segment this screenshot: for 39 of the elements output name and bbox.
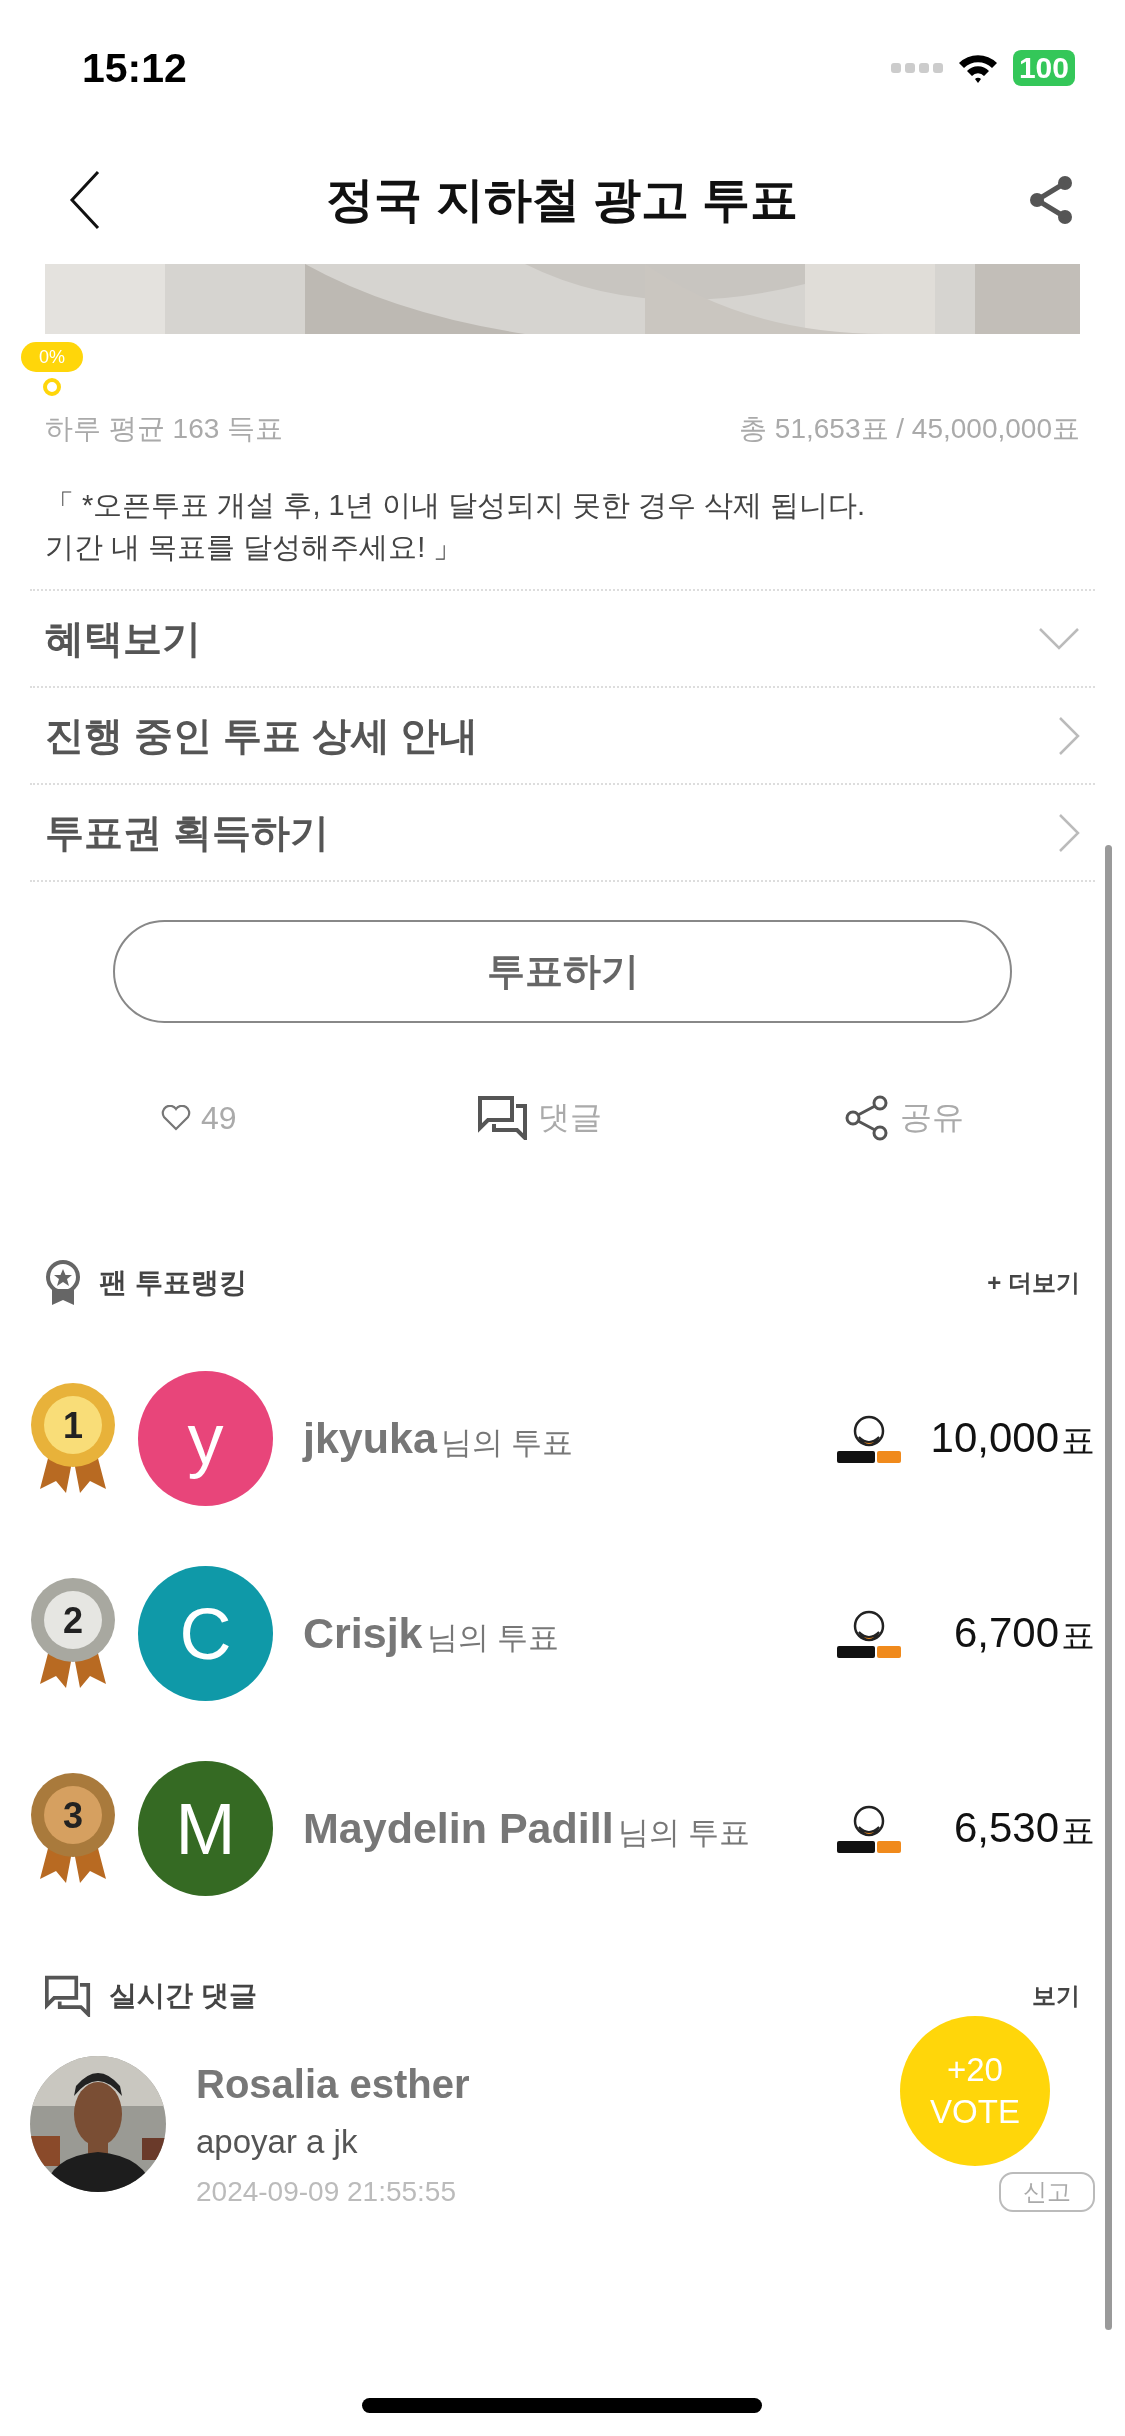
menu-item[interactable]: 혜택보기 [30,591,1095,688]
heart-icon [160,1105,191,1131]
notice-text: 기간 내 목표를 달성해주세요! 」 [45,530,464,565]
more-link[interactable]: + 더보기 [987,1267,1080,1299]
share-icon[interactable] [1027,175,1075,225]
vote-count: 6,530표 [952,1803,1095,1853]
daily-average: 하루 평균 163 득표 [45,412,284,446]
progress-dot [43,378,61,396]
avatar: C [138,1566,273,1701]
menu-item[interactable]: 진행 중인 투표 상세 안내 [30,688,1095,785]
section-title: 실시간 댓글 [109,1979,257,2013]
award-icon [45,1260,81,1306]
commenter-name: Rosalia esther [196,2061,470,2108]
chevron-down-icon [1038,626,1080,651]
chevron-right-icon [1058,715,1080,756]
avatar: y [138,1371,273,1506]
voter-name: jkyuka님의 투표 [303,1413,575,1464]
comment-icon [478,1096,529,1140]
progress-badge: 0% [21,342,83,372]
back-icon[interactable] [68,170,102,230]
vote-button[interactable]: 투표하기 [113,920,1012,1023]
voter-name: Crisjk 님의 투표 [303,1608,561,1659]
avatar: M [138,1761,273,1896]
comment-text: apoyar a jk [196,2122,358,2162]
notice-text: 「 *오픈투표 개설 후, 1년 이내 달성되지 못한 경우 삭제 됩니다. [45,488,867,523]
battery-icon: 100 [1012,50,1075,86]
status-time: 15:12 [82,44,187,92]
menu-item[interactable]: 투표권 획득하기 [30,785,1095,882]
voter-name: Maydelin Padill 님의 투표 [303,1803,752,1854]
section-title: 팬 투표랭킹 [99,1266,247,1300]
more-link[interactable]: 보기 [1032,1980,1080,2012]
comment-icon [45,1975,91,2017]
vote-total: 총 51,653표 / 45,000,000표 [739,412,1080,446]
signal-icon [890,62,943,74]
vote-count: 10,000표 [929,1413,1095,1463]
vote-count: 6,700표 [952,1608,1095,1658]
page-title: 정국 지하철 광고 투표 [326,172,799,228]
chevron-right-icon [1058,812,1080,853]
comment-date: 2024-09-09 21:55:55 [196,2176,456,2208]
